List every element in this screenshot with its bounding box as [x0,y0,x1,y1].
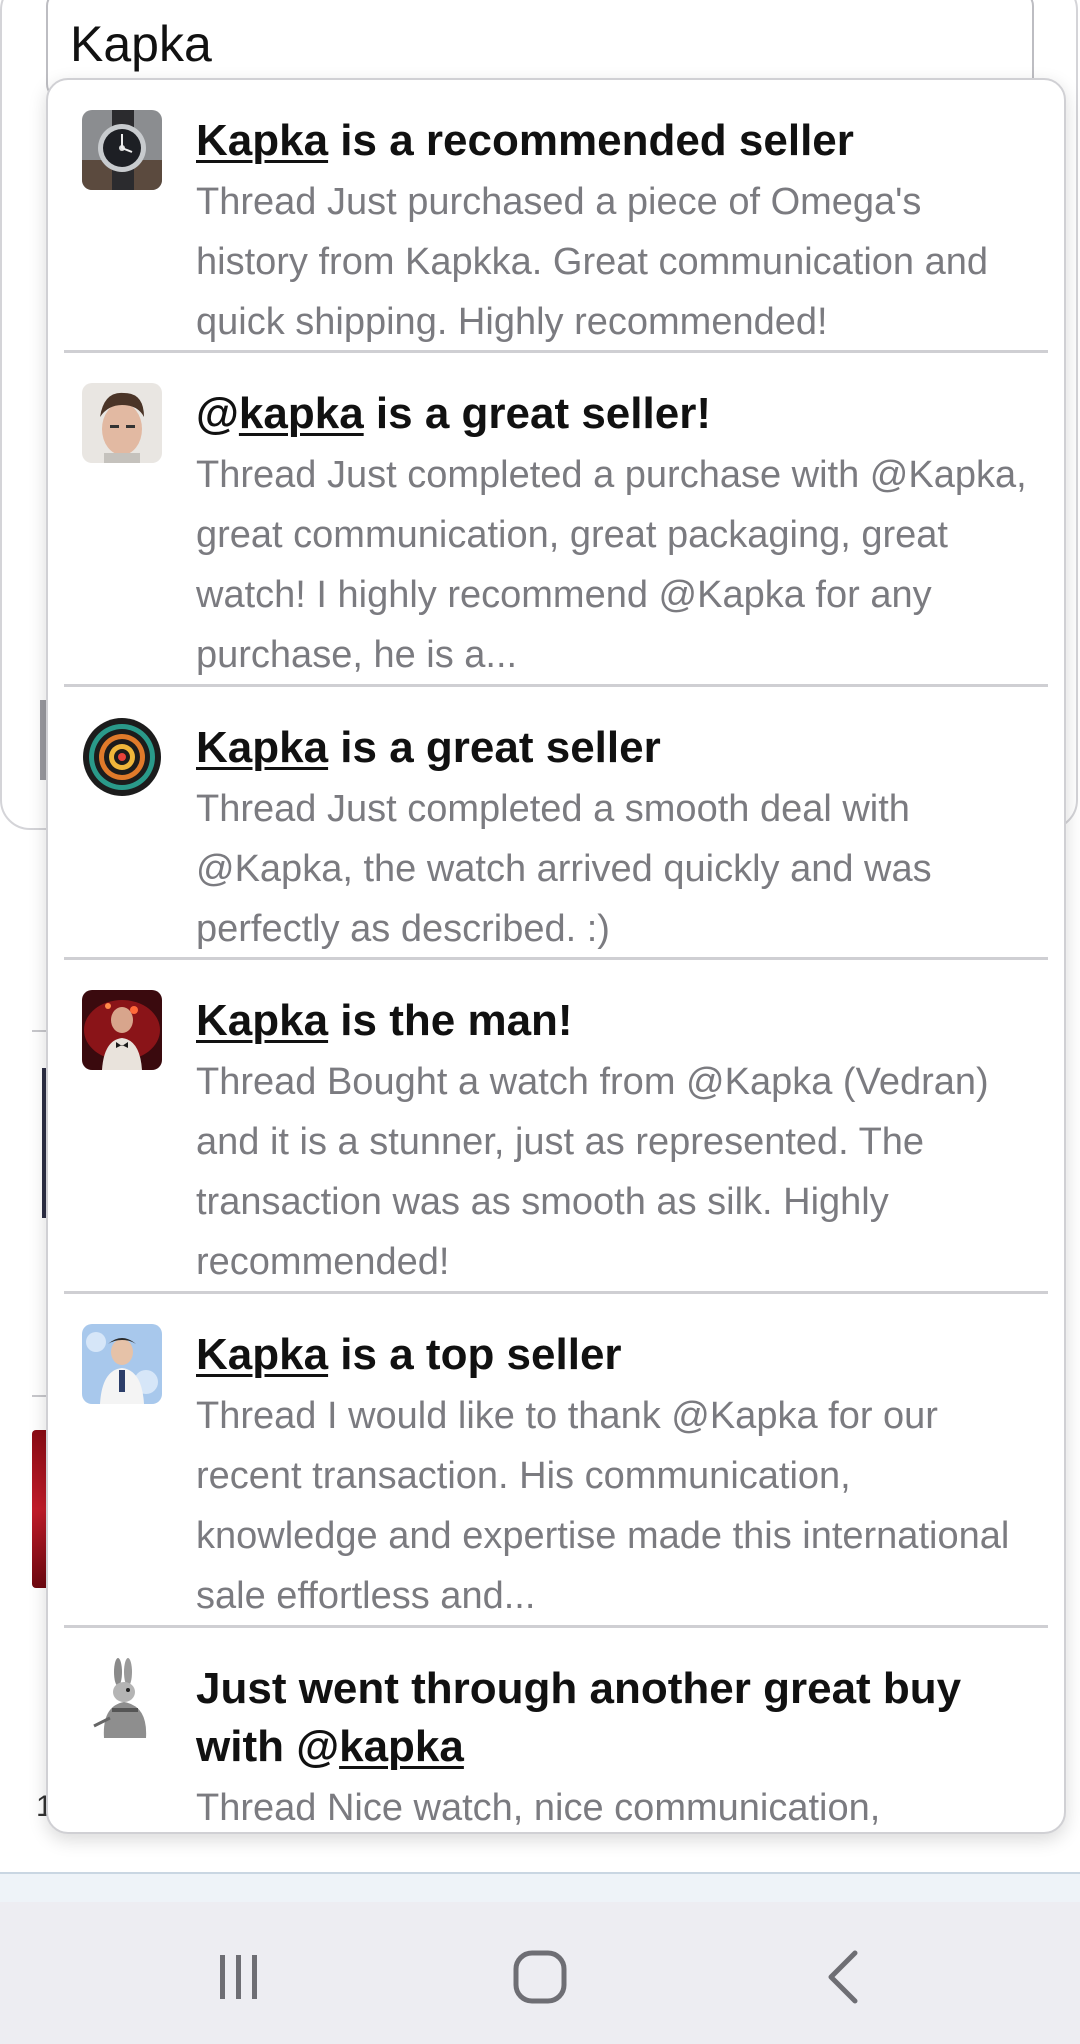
result-snippet: Thread Nice watch, nice communication, [196,1787,881,1829]
search-result[interactable]: Kapka is a top seller Thread I would lik… [64,1294,1048,1628]
search-input[interactable] [70,14,970,74]
highlighted-term: Kapka [196,996,329,1045]
result-snippet: Thread Just completed a purchase with @K… [196,454,1027,676]
spiral-avatar [82,717,162,797]
search-result[interactable]: Kapka is a recommended seller Thread Jus… [64,80,1048,353]
highlighted-term: Kapka [196,723,329,772]
highlighted-term: Kapka [196,116,329,165]
recent-apps-icon [220,1955,257,1999]
back-button[interactable] [798,1942,888,2012]
result-snippet: Thread I would like to thank @Kapka for … [196,1395,1010,1617]
blue-man-avatar [82,1324,162,1404]
search-result[interactable]: Just went through another great buy with… [64,1628,1048,1832]
result-title: @kapka is a great seller! [196,389,711,438]
result-title: Kapka is the man! [196,996,573,1045]
highlighted-term: kapka [339,1722,464,1771]
home-icon [513,1950,567,2004]
search-results-dropdown: Kapka is a recommended seller Thread Jus… [46,78,1066,1834]
background-input-strip [0,1872,1080,1904]
watch-avatar [82,110,162,190]
rabbit-sketch-avatar [82,1658,162,1738]
result-snippet: Thread Just completed a smooth deal with… [196,788,932,950]
back-icon [828,1950,858,2004]
result-snippet: Thread Bought a watch from @Kapka (Vedra… [196,1061,989,1283]
result-title: Kapka is a great seller [196,723,661,772]
page: 1 Kapka is a recommended seller Thre [0,0,1080,2044]
result-snippet: Thread Just purchased a piece of Omega's… [196,181,989,343]
search-result[interactable]: @kapka is a great seller! Thread Just co… [64,353,1048,687]
result-title: Kapka is a recommended seller [196,116,854,165]
red-figure-avatar [82,990,162,1070]
result-title: Just went through another great buy with… [196,1664,962,1771]
home-button[interactable] [495,1942,585,2012]
system-navigation-bar [0,1902,1080,2044]
highlighted-term: kapka [238,389,364,438]
search-result[interactable]: Kapka is the man! Thread Bought a watch … [64,960,1048,1294]
man-portrait-avatar [82,383,162,463]
highlighted-term: Kapka [196,1330,329,1379]
recent-apps-button[interactable] [193,1942,283,2012]
result-title: Kapka is a top seller [196,1330,622,1379]
search-result[interactable]: Kapka is a great seller Thread Just comp… [64,687,1048,960]
